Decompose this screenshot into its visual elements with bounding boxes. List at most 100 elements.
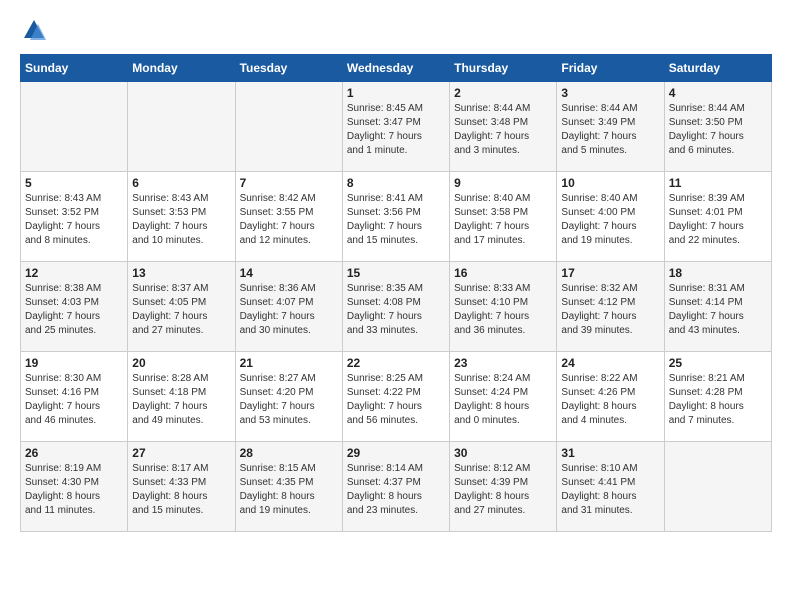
logo-icon (20, 16, 48, 44)
calendar-day-cell: 15 Sunrise: 8:35 AM Sunset: 4:08 PM Dayli… (342, 262, 449, 352)
calendar-day-cell: 3 Sunrise: 8:44 AM Sunset: 3:49 PM Daylig… (557, 82, 664, 172)
calendar-header: SundayMondayTuesdayWednesdayThursdayFrid… (21, 55, 772, 82)
day-info: Sunrise: 8:24 AM Sunset: 4:24 PM Dayligh… (454, 372, 552, 428)
logo (20, 16, 52, 44)
day-info: Sunrise: 8:43 AM Sunset: 3:53 PM Dayligh… (132, 192, 230, 248)
day-number: 12 (25, 266, 123, 280)
calendar-week-row: 1Sunrise: 8:45 AM Sunset: 3:47 PM Daylig… (21, 82, 772, 172)
weekday-header: Monday (128, 55, 235, 82)
day-info: Sunrise: 8:39 AM Sunset: 4:01 PM Dayligh… (669, 192, 767, 248)
calendar-week-row: 26 Sunrise: 8:19 AM Sunset: 4:30 PM Dayli… (21, 442, 772, 532)
day-number: 21 (240, 356, 338, 370)
day-number: 5 (25, 176, 123, 190)
day-number: 16 (454, 266, 552, 280)
calendar-day-cell: 27Sunrise: 8:17 AM Sunset: 4:33 PM Dayli… (128, 442, 235, 532)
day-info: Sunrise: 8:31 AM Sunset: 4:14 PM Dayligh… (669, 282, 767, 338)
day-info: Sunrise: 8:42 AM Sunset: 3:55 PM Dayligh… (240, 192, 338, 248)
weekday-header: Friday (557, 55, 664, 82)
weekday-header: Thursday (450, 55, 557, 82)
day-number: 13 (132, 266, 230, 280)
day-number: 22 (347, 356, 445, 370)
day-info: Sunrise: 8:10 AM Sunset: 4:41 PM Dayligh… (561, 462, 659, 518)
calendar-day-cell: 23 Sunrise: 8:24 AM Sunset: 4:24 PM Dayli… (450, 352, 557, 442)
day-info: Sunrise: 8:44 AM Sunset: 3:49 PM Dayligh… (561, 102, 659, 158)
calendar-day-cell: 11Sunrise: 8:39 AM Sunset: 4:01 PM Dayli… (664, 172, 771, 262)
day-info: Sunrise: 8:27 AM Sunset: 4:20 PM Dayligh… (240, 372, 338, 428)
day-number: 20 (132, 356, 230, 370)
day-number: 6 (132, 176, 230, 190)
day-number: 1 (347, 86, 445, 100)
day-number: 19 (25, 356, 123, 370)
day-number: 24 (561, 356, 659, 370)
calendar-day-cell: 19 Sunrise: 8:30 AM Sunset: 4:16 PM Dayli… (21, 352, 128, 442)
day-number: 30 (454, 446, 552, 460)
calendar-day-cell (235, 82, 342, 172)
weekday-header: Tuesday (235, 55, 342, 82)
day-number: 9 (454, 176, 552, 190)
day-info: Sunrise: 8:22 AM Sunset: 4:26 PM Dayligh… (561, 372, 659, 428)
day-info: Sunrise: 8:14 AM Sunset: 4:37 PM Dayligh… (347, 462, 445, 518)
day-number: 26 (25, 446, 123, 460)
calendar-day-cell (128, 82, 235, 172)
calendar-week-row: 19 Sunrise: 8:30 AM Sunset: 4:16 PM Dayli… (21, 352, 772, 442)
day-number: 4 (669, 86, 767, 100)
day-number: 29 (347, 446, 445, 460)
day-info: Sunrise: 8:21 AM Sunset: 4:28 PM Dayligh… (669, 372, 767, 428)
day-info: Sunrise: 8:38 AM Sunset: 4:03 PM Dayligh… (25, 282, 123, 338)
day-info: Sunrise: 8:33 AM Sunset: 4:10 PM Dayligh… (454, 282, 552, 338)
calendar-day-cell: 13Sunrise: 8:37 AM Sunset: 4:05 PM Dayli… (128, 262, 235, 352)
day-info: Sunrise: 8:32 AM Sunset: 4:12 PM Dayligh… (561, 282, 659, 338)
day-info: Sunrise: 8:43 AM Sunset: 3:52 PM Dayligh… (25, 192, 123, 248)
calendar-day-cell: 1Sunrise: 8:45 AM Sunset: 3:47 PM Daylig… (342, 82, 449, 172)
calendar-table: SundayMondayTuesdayWednesdayThursdayFrid… (20, 54, 772, 532)
day-number: 2 (454, 86, 552, 100)
calendar-day-cell: 10 Sunrise: 8:40 AM Sunset: 4:00 PM Dayli… (557, 172, 664, 262)
day-info: Sunrise: 8:40 AM Sunset: 3:58 PM Dayligh… (454, 192, 552, 248)
calendar-day-cell: 26 Sunrise: 8:19 AM Sunset: 4:30 PM Dayli… (21, 442, 128, 532)
weekday-header: Sunday (21, 55, 128, 82)
calendar-day-cell: 28 Sunrise: 8:15 AM Sunset: 4:35 PM Dayli… (235, 442, 342, 532)
calendar-day-cell: 16 Sunrise: 8:33 AM Sunset: 4:10 PM Dayli… (450, 262, 557, 352)
calendar-day-cell: 31 Sunrise: 8:10 AM Sunset: 4:41 PM Dayli… (557, 442, 664, 532)
calendar-day-cell: 24 Sunrise: 8:22 AM Sunset: 4:26 PM Dayli… (557, 352, 664, 442)
day-number: 18 (669, 266, 767, 280)
day-info: Sunrise: 8:19 AM Sunset: 4:30 PM Dayligh… (25, 462, 123, 518)
page-header (20, 16, 772, 44)
day-number: 10 (561, 176, 659, 190)
day-number: 3 (561, 86, 659, 100)
day-number: 23 (454, 356, 552, 370)
day-info: Sunrise: 8:35 AM Sunset: 4:08 PM Dayligh… (347, 282, 445, 338)
day-info: Sunrise: 8:28 AM Sunset: 4:18 PM Dayligh… (132, 372, 230, 428)
calendar-day-cell: 12 Sunrise: 8:38 AM Sunset: 4:03 PM Dayli… (21, 262, 128, 352)
calendar-day-cell: 7 Sunrise: 8:42 AM Sunset: 3:55 PM Daylig… (235, 172, 342, 262)
day-number: 14 (240, 266, 338, 280)
day-info: Sunrise: 8:44 AM Sunset: 3:48 PM Dayligh… (454, 102, 552, 158)
day-number: 31 (561, 446, 659, 460)
calendar-day-cell: 2 Sunrise: 8:44 AM Sunset: 3:48 PM Daylig… (450, 82, 557, 172)
day-number: 17 (561, 266, 659, 280)
day-info: Sunrise: 8:30 AM Sunset: 4:16 PM Dayligh… (25, 372, 123, 428)
calendar-week-row: 5 Sunrise: 8:43 AM Sunset: 3:52 PM Daylig… (21, 172, 772, 262)
calendar-day-cell: 9 Sunrise: 8:40 AM Sunset: 3:58 PM Daylig… (450, 172, 557, 262)
calendar-day-cell: 21 Sunrise: 8:27 AM Sunset: 4:20 PM Dayli… (235, 352, 342, 442)
calendar-day-cell: 30Sunrise: 8:12 AM Sunset: 4:39 PM Dayli… (450, 442, 557, 532)
calendar-day-cell: 18 Sunrise: 8:31 AM Sunset: 4:14 PM Dayli… (664, 262, 771, 352)
day-number: 8 (347, 176, 445, 190)
day-info: Sunrise: 8:15 AM Sunset: 4:35 PM Dayligh… (240, 462, 338, 518)
calendar-body: 1Sunrise: 8:45 AM Sunset: 3:47 PM Daylig… (21, 82, 772, 532)
calendar-day-cell: 8 Sunrise: 8:41 AM Sunset: 3:56 PM Daylig… (342, 172, 449, 262)
weekday-header: Wednesday (342, 55, 449, 82)
day-number: 28 (240, 446, 338, 460)
calendar-week-row: 12 Sunrise: 8:38 AM Sunset: 4:03 PM Dayli… (21, 262, 772, 352)
calendar-day-cell: 6 Sunrise: 8:43 AM Sunset: 3:53 PM Daylig… (128, 172, 235, 262)
day-number: 7 (240, 176, 338, 190)
day-info: Sunrise: 8:41 AM Sunset: 3:56 PM Dayligh… (347, 192, 445, 248)
calendar-day-cell: 25Sunrise: 8:21 AM Sunset: 4:28 PM Dayli… (664, 352, 771, 442)
day-info: Sunrise: 8:17 AM Sunset: 4:33 PM Dayligh… (132, 462, 230, 518)
day-info: Sunrise: 8:40 AM Sunset: 4:00 PM Dayligh… (561, 192, 659, 248)
calendar-day-cell (664, 442, 771, 532)
calendar-day-cell (21, 82, 128, 172)
day-number: 15 (347, 266, 445, 280)
day-info: Sunrise: 8:25 AM Sunset: 4:22 PM Dayligh… (347, 372, 445, 428)
calendar-day-cell: 22 Sunrise: 8:25 AM Sunset: 4:22 PM Dayli… (342, 352, 449, 442)
